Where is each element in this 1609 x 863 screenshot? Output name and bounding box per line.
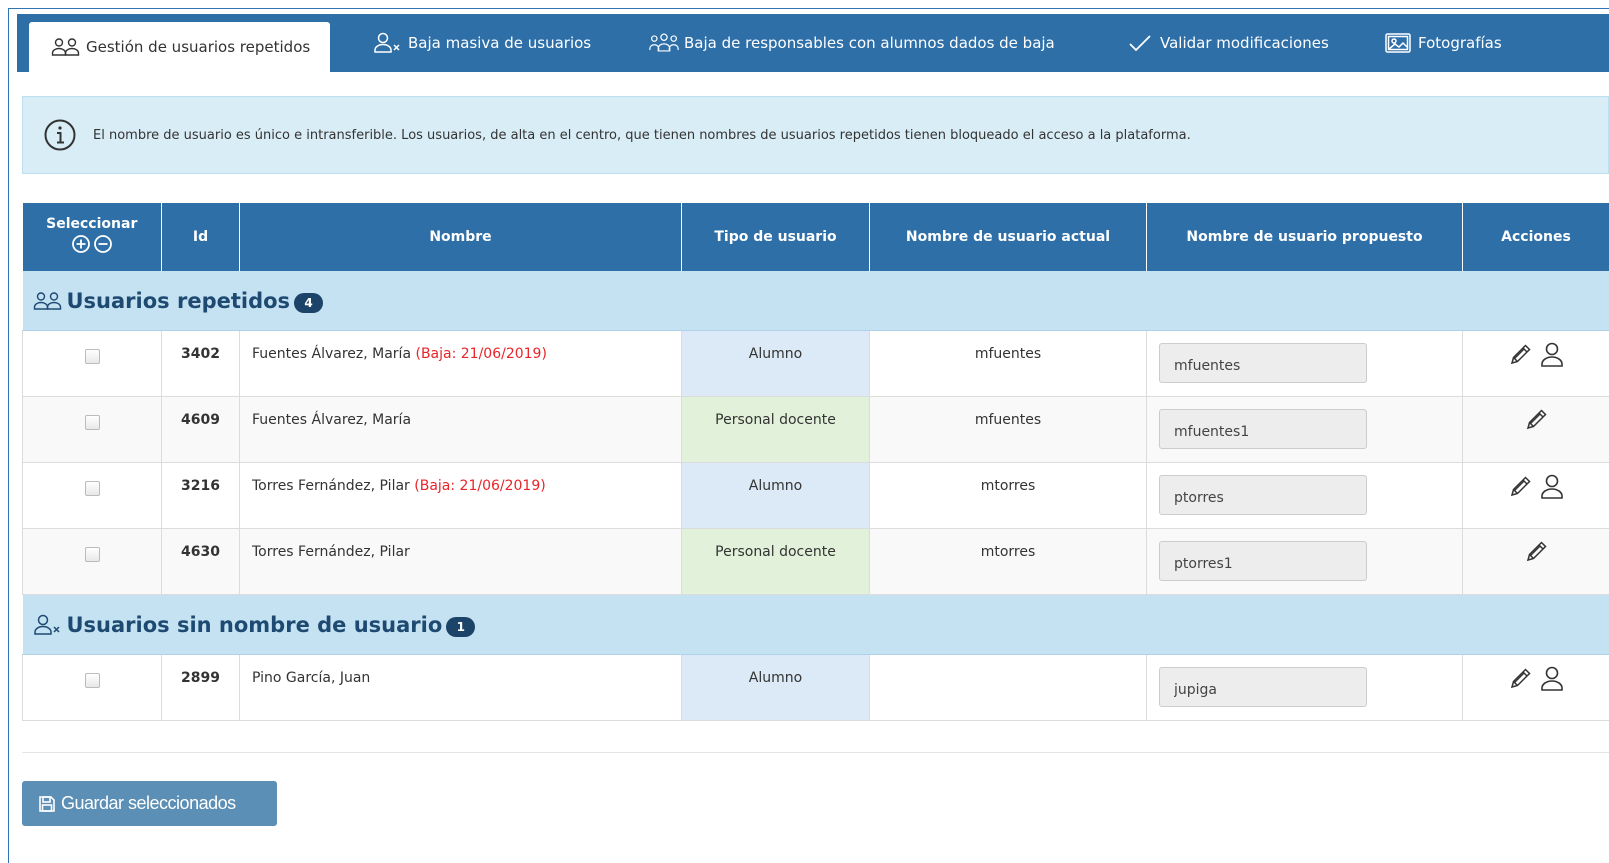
pencil-icon[interactable] (1523, 539, 1549, 569)
current-username (869, 654, 1147, 721)
tab-label: Baja masiva de usuarios (408, 34, 592, 52)
users-table: Seleccionar Id Nombre Tipo de usuario No… (22, 203, 1609, 721)
user-type: Alumno (681, 462, 870, 529)
tab-baja-masiva-usuarios[interactable]: Baja masiva de usuarios (373, 14, 591, 72)
pencil-icon[interactable] (1507, 342, 1533, 372)
group-row-usuarios-repetidos: Usuarios repetidos 4 (22, 270, 1609, 331)
user-id: 4630 (161, 528, 240, 595)
user-icon[interactable] (1539, 665, 1565, 697)
col-header-select-label: Seleccionar (46, 215, 138, 232)
col-header-current: Nombre de usuario actual (869, 203, 1147, 271)
col-header-proposed: Nombre de usuario propuesto (1146, 203, 1463, 271)
count-badge: 1 (446, 616, 476, 637)
baja-date: (Baja: 21/06/2019) (414, 478, 546, 494)
user-icon[interactable] (1539, 341, 1565, 373)
tab-label: Gestión de usuarios repetidos (86, 38, 311, 56)
pencil-icon[interactable] (1523, 407, 1549, 437)
user-type: Personal docente (681, 396, 870, 463)
user-name: Fuentes Álvarez, María (252, 412, 412, 428)
tab-label: Baja de responsables con alumnos dados d… (684, 34, 1055, 52)
table-row: 3216 Torres Fernández, Pilar (Baja: 21/0… (22, 462, 1609, 529)
current-username: mtorres (869, 462, 1147, 529)
image-icon (1383, 31, 1413, 55)
user-name: Torres Fernández, Pilar (252, 478, 410, 494)
table-header-row: Seleccionar Id Nombre Tipo de usuario No… (22, 203, 1609, 271)
users-icon (51, 35, 81, 59)
tab-fotografias[interactable]: Fotografías (1383, 14, 1502, 72)
divider (22, 752, 1609, 753)
count-badge: 4 (294, 292, 324, 313)
user-name: Pino García, Juan (252, 670, 371, 686)
row-checkbox[interactable] (84, 547, 100, 562)
table-row: 3402 Fuentes Álvarez, María (Baja: 21/06… (22, 330, 1609, 397)
row-checkbox[interactable] (84, 415, 100, 430)
proposed-username-input[interactable] (1159, 475, 1367, 515)
col-header-type: Tipo de usuario (681, 203, 870, 271)
proposed-username-input[interactable] (1159, 409, 1367, 449)
user-id: 4609 (161, 396, 240, 463)
tab-label: Validar modificaciones (1160, 34, 1329, 52)
col-header-actions: Acciones (1462, 203, 1609, 271)
group-icon (649, 31, 679, 55)
user-type: Alumno (681, 654, 870, 721)
user-id: 3216 (161, 462, 240, 529)
user-remove-icon (33, 614, 63, 636)
col-header-id: Id (161, 203, 240, 271)
table-row: 2899 Pino García, Juan Alumno (22, 654, 1609, 721)
pencil-icon[interactable] (1507, 666, 1533, 696)
table-row: 4609 Fuentes Álvarez, María Personal doc… (22, 396, 1609, 463)
tab-baja-responsables[interactable]: Baja de responsables con alumnos dados d… (649, 14, 1055, 72)
select-all-icon[interactable] (71, 234, 91, 258)
current-username: mfuentes (869, 330, 1147, 397)
tab-validar-modificaciones[interactable]: Validar modificaciones (1125, 14, 1329, 72)
tab-gestion-usuarios-repetidos[interactable]: Gestión de usuarios repetidos (29, 22, 331, 72)
check-icon (1125, 31, 1155, 55)
floppy-disk-icon (38, 795, 56, 813)
row-checkbox[interactable] (84, 673, 100, 688)
info-circle-icon (43, 118, 77, 152)
info-alert: El nombre de usuario es único e intransf… (22, 96, 1609, 174)
save-button-label: Guardar seleccionados (61, 793, 236, 813)
tab-label: Fotografías (1418, 34, 1502, 52)
tab-bar: Gestión de usuarios repetidos Baja masiv… (17, 14, 1609, 72)
user-icon[interactable] (1539, 473, 1565, 505)
user-id: 2899 (161, 654, 240, 721)
users-icon (33, 291, 63, 311)
group-row-usuarios-sin-nombre: Usuarios sin nombre de usuario 1 (22, 594, 1609, 655)
save-selected-button[interactable]: Guardar seleccionados (22, 781, 277, 826)
user-name: Fuentes Álvarez, María (252, 346, 412, 362)
group-title: Usuarios repetidos (66, 288, 291, 313)
proposed-username-input[interactable] (1159, 343, 1367, 383)
baja-date: (Baja: 21/06/2019) (415, 346, 547, 362)
col-header-name: Nombre (239, 203, 682, 271)
user-type: Personal docente (681, 528, 870, 595)
user-remove-icon (373, 31, 403, 55)
user-id: 3402 (161, 330, 240, 397)
row-checkbox[interactable] (84, 481, 100, 496)
table-row: 4630 Torres Fernández, Pilar Personal do… (22, 528, 1609, 595)
current-username: mfuentes (869, 396, 1147, 463)
user-name: Torres Fernández, Pilar (252, 544, 410, 560)
user-type: Alumno (681, 330, 870, 397)
col-header-select: Seleccionar (22, 203, 162, 271)
group-title: Usuarios sin nombre de usuario (66, 612, 443, 637)
row-checkbox[interactable] (84, 349, 100, 364)
current-username: mtorres (869, 528, 1147, 595)
alert-text: El nombre de usuario es único e intransf… (93, 127, 1191, 143)
deselect-all-icon[interactable] (93, 234, 113, 258)
pencil-icon[interactable] (1507, 474, 1533, 504)
proposed-username-input[interactable] (1159, 541, 1367, 581)
proposed-username-input[interactable] (1159, 667, 1367, 707)
